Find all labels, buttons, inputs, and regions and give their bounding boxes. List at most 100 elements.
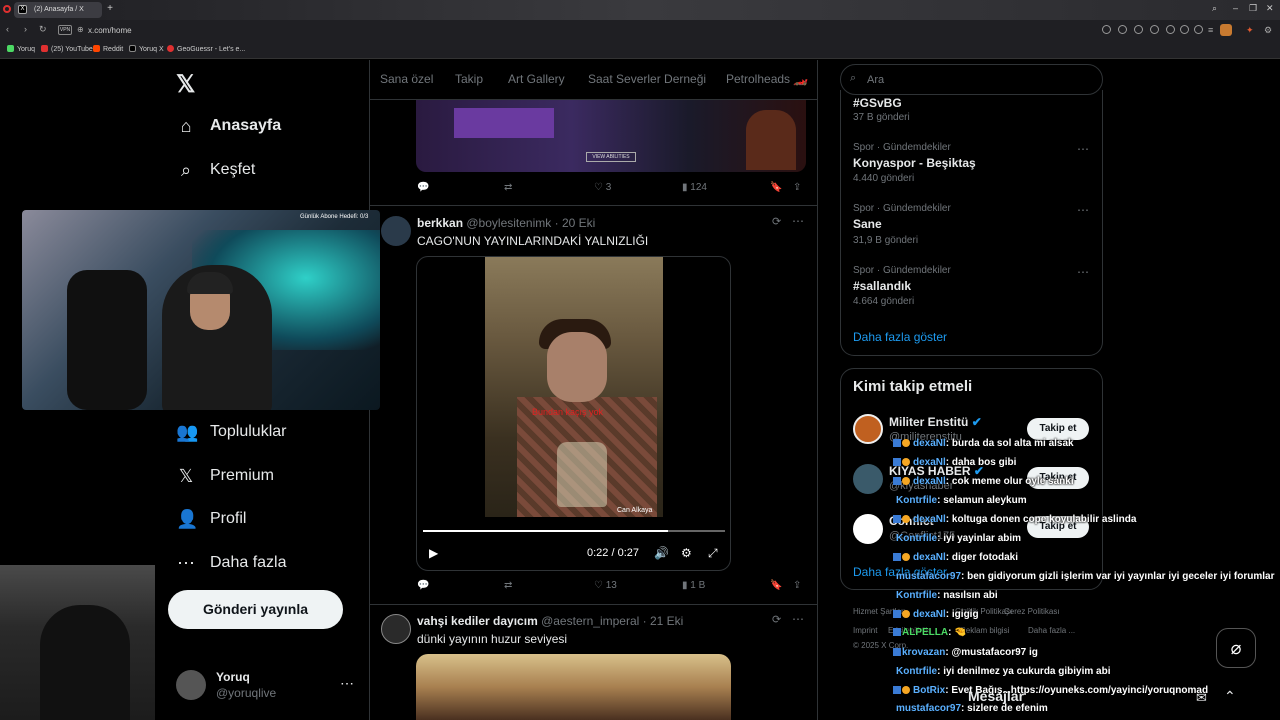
footer-link[interactable]: Çerez Politikası — [1004, 607, 1060, 616]
share-icon[interactable]: ⇪ — [793, 182, 801, 193]
vpn-badge[interactable]: VPN — [58, 25, 72, 35]
account-name[interactable]: Yoruq — [216, 670, 250, 684]
views-button[interactable]: ▮ 124 — [682, 182, 707, 193]
volume-icon[interactable]: 🔊 — [654, 546, 669, 560]
share-icon[interactable]: ⇪ — [793, 580, 801, 591]
repost-icon[interactable]: ⇄ — [504, 182, 512, 193]
toolbar-play-icon[interactable] — [1166, 25, 1175, 34]
maximize-icon[interactable]: ❐ — [1249, 3, 1257, 14]
opera-logo-icon[interactable] — [3, 5, 11, 13]
browser-tab[interactable]: X (2) Anasayfa / X — [14, 2, 102, 18]
messages-label[interactable]: Mesajlar — [968, 688, 1024, 704]
footer-link[interactable]: Daha fazla ... — [1028, 626, 1075, 635]
search-tabs-icon[interactable]: ⌕ — [1212, 3, 1217, 14]
footer-link[interactable]: Imprint — [853, 626, 877, 635]
video-bottle — [557, 442, 607, 507]
bookmark-item[interactable]: (25) YouTube — [41, 45, 93, 53]
trend-title[interactable]: #sallandık — [853, 279, 911, 293]
bookmark-icon[interactable]: 🔖 — [770, 580, 782, 591]
bookmark-item[interactable]: Yoruq X — [129, 45, 164, 53]
account-more-icon[interactable]: ⋯ — [340, 675, 354, 692]
follow-avatar[interactable] — [853, 464, 883, 494]
chat-username: mustafacor97 — [896, 571, 962, 582]
profile-avatar-icon[interactable] — [1220, 24, 1232, 36]
footer-link[interactable]: Reklam bilgisi — [960, 626, 1009, 635]
nav-item-premium[interactable]: 𝕏 Premium — [176, 461, 274, 491]
follow-name[interactable]: Militer Enstitü ✔ — [889, 415, 982, 429]
tab-title: (2) Anasayfa / X — [34, 6, 84, 13]
home-icon: ⌂ — [180, 115, 192, 136]
nav-item-home[interactable]: ⌂ Anasayfa — [176, 111, 282, 141]
bookmark-icon[interactable]: 🔖 — [770, 182, 782, 193]
x-logo-icon[interactable]: 𝕏 — [176, 70, 195, 99]
like-button[interactable]: ♡ 3 — [594, 182, 611, 193]
toolbar-download-icon[interactable] — [1150, 25, 1159, 34]
tab-following[interactable]: Takip — [455, 72, 483, 86]
video-settings-icon[interactable]: ⚙ — [681, 546, 692, 560]
account-handle[interactable]: @yoruqlive — [216, 686, 276, 700]
post-avatar[interactable] — [381, 614, 411, 644]
settings-icon[interactable]: ⚙ — [1264, 25, 1272, 36]
close-window-icon[interactable]: ✕ — [1266, 3, 1274, 14]
play-icon[interactable]: ▶ — [429, 546, 438, 560]
toolbar-wallet-icon[interactable] — [1194, 25, 1203, 34]
expand-messages-icon[interactable]: ⌃ — [1224, 688, 1236, 705]
trend-more-icon[interactable]: ⋯ — [1077, 265, 1089, 279]
site-info-icon[interactable]: ⊕ — [77, 25, 84, 34]
toolbar-search-icon[interactable] — [1102, 25, 1111, 34]
bookmark-item[interactable]: Yoruq — [7, 45, 35, 53]
post-author[interactable]: vahşi kediler dayıcım @aestern_imperal ·… — [417, 614, 683, 628]
back-icon[interactable]: ‹ — [6, 24, 9, 34]
trend-more-icon[interactable]: ⋯ — [1077, 142, 1089, 156]
bookmark-item[interactable]: Reddit — [93, 45, 123, 53]
follow-avatar[interactable] — [853, 414, 883, 444]
tab-art-gallery[interactable]: Art Gallery — [508, 72, 565, 86]
toolbar-snap-icon[interactable] — [1134, 25, 1143, 34]
trend-title[interactable]: Sane — [853, 217, 882, 231]
chat-text: : selamun aleykum — [937, 495, 1027, 506]
follow-button[interactable]: Takip et — [1027, 418, 1089, 440]
nav-item-explore[interactable]: ⌕ Keşfet — [176, 155, 255, 185]
new-message-icon[interactable]: ✉ — [1196, 690, 1207, 706]
post-media-image[interactable]: VIEW ABILITIES — [416, 100, 806, 172]
trend-title[interactable]: Konyaspor - Beşiktaş — [853, 156, 976, 170]
extension-icon[interactable]: ✦ — [1246, 25, 1254, 36]
repost-icon[interactable]: ⇄ — [504, 580, 512, 591]
nav-item-profile[interactable]: 👤 Profil — [176, 504, 246, 534]
grok-button[interactable]: ⌀ — [1216, 628, 1256, 668]
like-button[interactable]: ♡ 13 — [594, 580, 617, 591]
trends-show-more[interactable]: Daha fazla göster — [853, 330, 947, 344]
tab-for-you[interactable]: Sana özel — [380, 72, 433, 86]
nav-item-communities[interactable]: 👥 Topluluklar — [176, 417, 286, 447]
toolbar-heart-icon[interactable] — [1180, 25, 1189, 34]
url-field[interactable]: x.com/home — [88, 26, 132, 35]
minimize-icon[interactable]: – — [1233, 3, 1238, 13]
views-button[interactable]: ▮ 1 B — [682, 580, 705, 591]
trend-more-icon[interactable]: ⋯ — [1077, 203, 1089, 217]
post-more-icon[interactable]: ⋯ — [792, 214, 804, 228]
new-tab-button[interactable]: + — [104, 3, 116, 15]
post-button[interactable]: Gönderi yayınla — [168, 590, 343, 629]
tab-saat-severler[interactable]: Saat Severler Derneği — [588, 72, 706, 86]
reply-icon[interactable]: 💬 — [417, 182, 429, 193]
bookmark-item[interactable]: GeoGuessr - Let's e... — [167, 45, 245, 53]
video-figure-face — [547, 332, 607, 402]
post-avatar[interactable] — [381, 216, 411, 246]
post-author[interactable]: berkkan @boylesitenimk · 20 Eki — [417, 216, 595, 230]
trend-title[interactable]: #GSvBG — [853, 96, 902, 110]
grok-icon[interactable]: ⟳ — [772, 215, 781, 228]
reply-icon[interactable]: 💬 — [417, 580, 429, 591]
nav-item-more[interactable]: ⋯ Daha fazla — [176, 548, 287, 578]
toolbar-menu-icon[interactable]: ≡ — [1208, 25, 1213, 35]
account-avatar[interactable] — [176, 670, 206, 700]
grok-icon[interactable]: ⟳ — [772, 613, 781, 626]
tab-petrolheads[interactable]: Petrolheads 🏎️ — [726, 72, 808, 86]
forward-icon[interactable]: › — [24, 24, 27, 34]
toolbar-camera-icon[interactable] — [1118, 25, 1127, 34]
follow-avatar[interactable] — [853, 514, 883, 544]
fullscreen-icon[interactable]: ⤢ — [708, 546, 718, 561]
post-media-image[interactable] — [416, 654, 731, 720]
post-more-icon[interactable]: ⋯ — [792, 612, 804, 626]
video-player[interactable]: Bundan kaçış yok Can Alkaya ▶ 0:22 / 0:2… — [416, 256, 731, 571]
reload-icon[interactable]: ↻ — [39, 24, 47, 35]
